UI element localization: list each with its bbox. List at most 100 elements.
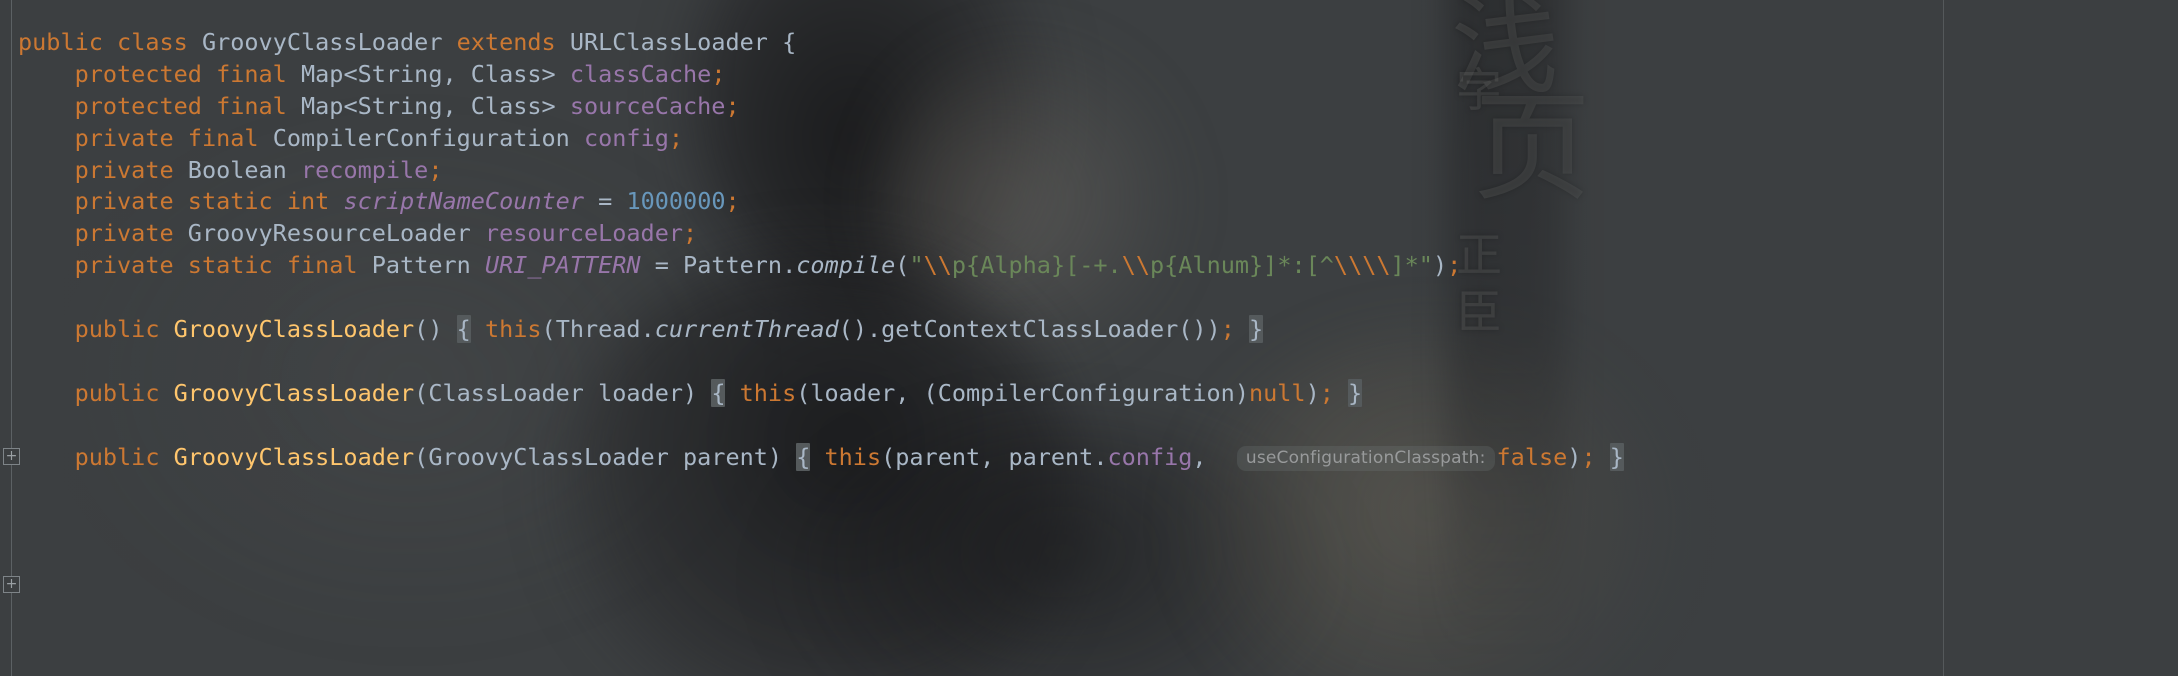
code-token: currentThread bbox=[654, 315, 839, 344]
code-token: private bbox=[74, 187, 174, 216]
code-line[interactable]: private static int scriptNameCounter = 1… bbox=[0, 186, 2178, 218]
code-token: GroovyResourceLoader bbox=[187, 219, 471, 248]
code-token: static bbox=[187, 187, 273, 216]
code-line[interactable]: public class GroovyClassLoader extends U… bbox=[0, 27, 2178, 59]
code-token: { bbox=[767, 28, 797, 56]
code-token: null bbox=[1248, 378, 1306, 407]
code-token: ; bbox=[1220, 315, 1235, 344]
code-line[interactable]: private Boolean recompile; bbox=[0, 155, 2178, 187]
code-token: false bbox=[1496, 442, 1568, 471]
code-token: (loader, ( bbox=[796, 378, 938, 407]
code-token: ) bbox=[1432, 251, 1448, 280]
code-line[interactable]: protected final Map<String, Class> class… bbox=[0, 59, 2178, 91]
code-editor[interactable]: 浅 字 页 正 臣 +++ public class GroovyClassLo… bbox=[0, 0, 2178, 676]
code-line[interactable]: private static final Pattern URI_PATTERN… bbox=[0, 250, 2178, 282]
code-token: private bbox=[74, 219, 174, 248]
code-token: config bbox=[583, 123, 669, 152]
code-token: config bbox=[1107, 442, 1193, 471]
code-token: classCache bbox=[569, 59, 712, 88]
code-token: loader) bbox=[583, 378, 698, 407]
code-token: Map<String, Class> bbox=[301, 59, 556, 88]
code-token: extends bbox=[456, 28, 556, 56]
code-token: . bbox=[782, 251, 797, 280]
code-token: protected bbox=[74, 59, 202, 88]
code-token: (). bbox=[838, 315, 882, 344]
code-token: parent) bbox=[668, 442, 783, 471]
code-token: GroovyClassLoader bbox=[173, 315, 415, 344]
code-line[interactable]: public GroovyClassLoader(GroovyClassLoad… bbox=[0, 442, 2178, 474]
code-token: Map<String, Class> bbox=[301, 91, 556, 120]
code-line[interactable] bbox=[0, 410, 2178, 442]
matched-brace: { bbox=[711, 378, 726, 407]
code-line[interactable] bbox=[0, 282, 2178, 314]
code-token: p{Alpha}[-+. bbox=[951, 251, 1122, 280]
code-token: ; bbox=[1319, 378, 1334, 407]
code-token: resourceLoader bbox=[484, 219, 683, 248]
code-token: private bbox=[74, 155, 174, 184]
code-token: ; bbox=[725, 187, 740, 216]
code-line[interactable] bbox=[0, 346, 2178, 378]
code-token: , bbox=[1192, 442, 1207, 471]
code-token: URLClassLoader bbox=[569, 28, 768, 56]
code-token: ]*" bbox=[1390, 251, 1433, 280]
code-token: public bbox=[74, 442, 160, 471]
code-token: this bbox=[484, 315, 542, 344]
code-line[interactable]: public GroovyClassLoader(ClassLoader loa… bbox=[0, 378, 2178, 410]
code-token: ( bbox=[895, 251, 910, 280]
code-token: ( bbox=[541, 315, 556, 344]
code-token: CompilerConfiguration bbox=[272, 123, 570, 152]
code-line[interactable]: protected final Map<String, Class> sourc… bbox=[0, 91, 2178, 123]
code-token: ; bbox=[725, 91, 740, 120]
code-token: ClassLoader bbox=[428, 378, 584, 407]
code-token: ) bbox=[1567, 442, 1582, 471]
code-line[interactable]: public GroovyClassLoader() { this(Thread… bbox=[0, 314, 2178, 346]
code-token: public bbox=[18, 28, 103, 56]
code-token: GroovyClassLoader bbox=[173, 378, 415, 407]
code-token: GroovyClassLoader bbox=[173, 442, 415, 471]
code-token: int bbox=[286, 187, 330, 216]
code-token: final bbox=[216, 59, 287, 88]
code-token: final bbox=[286, 251, 358, 280]
code-token: p{Alnum}]*:[^ bbox=[1149, 251, 1334, 280]
code-token: \\\\ bbox=[1333, 251, 1391, 280]
code-token: protected bbox=[74, 91, 202, 120]
code-content[interactable]: public class GroovyClassLoader extends U… bbox=[0, 0, 2178, 676]
code-token: CompilerConfiguration bbox=[937, 378, 1235, 407]
code-token: . bbox=[1093, 442, 1108, 471]
code-line[interactable]: private GroovyResourceLoader resourceLoa… bbox=[0, 218, 2178, 250]
inlay-parameter-hint[interactable]: useConfigurationClasspath: bbox=[1236, 445, 1495, 471]
code-token: GroovyClassLoader bbox=[428, 442, 669, 471]
code-token: class bbox=[117, 28, 188, 56]
code-line[interactable]: private final CompilerConfiguration conf… bbox=[0, 123, 2178, 155]
